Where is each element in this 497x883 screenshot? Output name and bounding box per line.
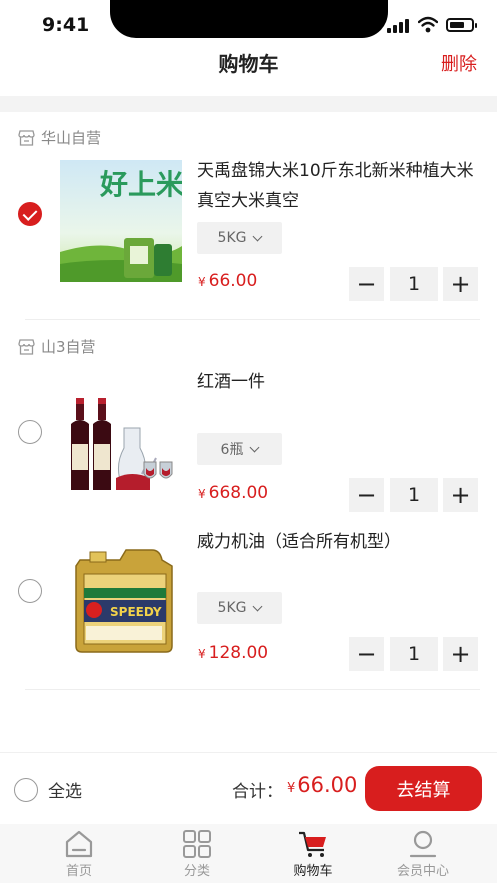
quantity-stepper: − 1 + <box>349 478 479 512</box>
increase-button[interactable]: + <box>443 267 478 301</box>
wifi-icon <box>418 16 438 33</box>
product-name[interactable]: 天禹盘锦大米10斤东北新米种植大米真空大米真空 <box>197 156 482 216</box>
spec-selector[interactable]: 5KG <box>197 592 282 624</box>
chevron-down-icon <box>253 231 263 241</box>
delete-button[interactable]: 删除 <box>441 50 477 76</box>
select-all-label: 全选 <box>48 782 82 802</box>
store-icon <box>18 338 35 355</box>
decrease-button[interactable]: − <box>349 478 384 512</box>
spec-label: 5KG <box>217 600 247 616</box>
tab-label: 购物车 <box>293 864 333 879</box>
tab-label: 会员中心 <box>396 864 449 879</box>
product-name[interactable]: 红酒一件 <box>197 367 482 397</box>
store-name: 山3自营 <box>41 338 96 356</box>
quantity-value[interactable]: 1 <box>390 637 438 671</box>
page-title: 购物车 <box>218 52 279 76</box>
device-notch <box>110 0 388 38</box>
price-value: 128.00 <box>208 643 269 663</box>
tab-home[interactable]: 首页 <box>34 830 124 879</box>
store-name: 华山自营 <box>41 129 102 147</box>
product-image-rice: 好上米桌 <box>60 160 182 282</box>
store-header[interactable]: 山3自营 <box>18 336 96 357</box>
spec-selector[interactable]: 5KG <box>197 222 282 254</box>
status-time: 9:41 <box>42 14 90 36</box>
spec-label: 6瓶 <box>220 442 244 458</box>
checkout-button[interactable]: 去结算 <box>365 766 482 811</box>
quantity-value[interactable]: 1 <box>390 478 438 512</box>
chevron-down-icon <box>250 442 260 452</box>
nav-bar: 购物车 删除 <box>0 40 497 90</box>
product-image-wine <box>60 378 182 500</box>
tab-label: 首页 <box>65 864 92 879</box>
user-icon <box>409 830 437 858</box>
divider <box>25 689 480 690</box>
store-header[interactable]: 华山自营 <box>18 127 101 148</box>
item-checkbox[interactable] <box>18 420 42 444</box>
tab-label: 分类 <box>183 864 210 879</box>
currency-symbol: ¥ <box>287 781 296 796</box>
total-value: 66.00 <box>297 773 358 797</box>
checkout-bar: 全选 合计： ¥66.00 去结算 <box>0 752 497 824</box>
item-checkbox[interactable] <box>18 202 42 226</box>
select-all-toggle[interactable]: 全选 <box>14 777 82 802</box>
item-checkbox[interactable] <box>18 579 42 603</box>
chevron-down-icon <box>253 601 263 611</box>
cellular-signal-icon <box>387 19 413 33</box>
tab-category[interactable]: 分类 <box>152 830 242 879</box>
tab-bar: 首页 分类 购物车 会员中心 <box>0 824 497 883</box>
store-icon <box>18 129 35 146</box>
price-value: 66.00 <box>208 271 258 291</box>
product-price: ¥668.00 <box>198 483 268 503</box>
product-image-text: 好上米桌 <box>99 168 182 201</box>
total-label: 合计： <box>232 782 283 802</box>
product-price: ¥66.00 <box>198 271 257 291</box>
tab-cart[interactable]: 购物车 <box>268 830 358 879</box>
total-amount: ¥66.00 <box>287 773 357 797</box>
price-value: 668.00 <box>208 483 269 503</box>
spec-label: 5KG <box>217 230 247 246</box>
select-all-checkbox[interactable] <box>14 777 38 802</box>
product-image-text: SPEEDY <box>110 605 162 619</box>
grid-icon <box>183 830 211 858</box>
quantity-stepper: − 1 + <box>349 267 479 301</box>
decrease-button[interactable]: − <box>349 267 384 301</box>
increase-button[interactable]: + <box>443 637 478 671</box>
currency-symbol: ¥ <box>198 275 206 289</box>
currency-symbol: ¥ <box>198 487 206 501</box>
currency-symbol: ¥ <box>198 647 206 661</box>
section-spacer <box>0 96 497 112</box>
tab-member-center[interactable]: 会员中心 <box>378 830 468 879</box>
product-image-oil: SPEEDY <box>60 538 182 660</box>
product-price: ¥128.00 <box>198 643 268 663</box>
decrease-button[interactable]: − <box>349 637 384 671</box>
home-icon <box>65 830 93 858</box>
quantity-stepper: − 1 + <box>349 637 479 671</box>
cart-icon <box>299 831 326 857</box>
battery-icon <box>446 18 477 32</box>
divider <box>25 319 480 320</box>
quantity-value[interactable]: 1 <box>390 267 438 301</box>
increase-button[interactable]: + <box>443 478 478 512</box>
spec-selector[interactable]: 6瓶 <box>197 433 282 465</box>
product-name[interactable]: 威力机油（适合所有机型） <box>197 527 482 557</box>
